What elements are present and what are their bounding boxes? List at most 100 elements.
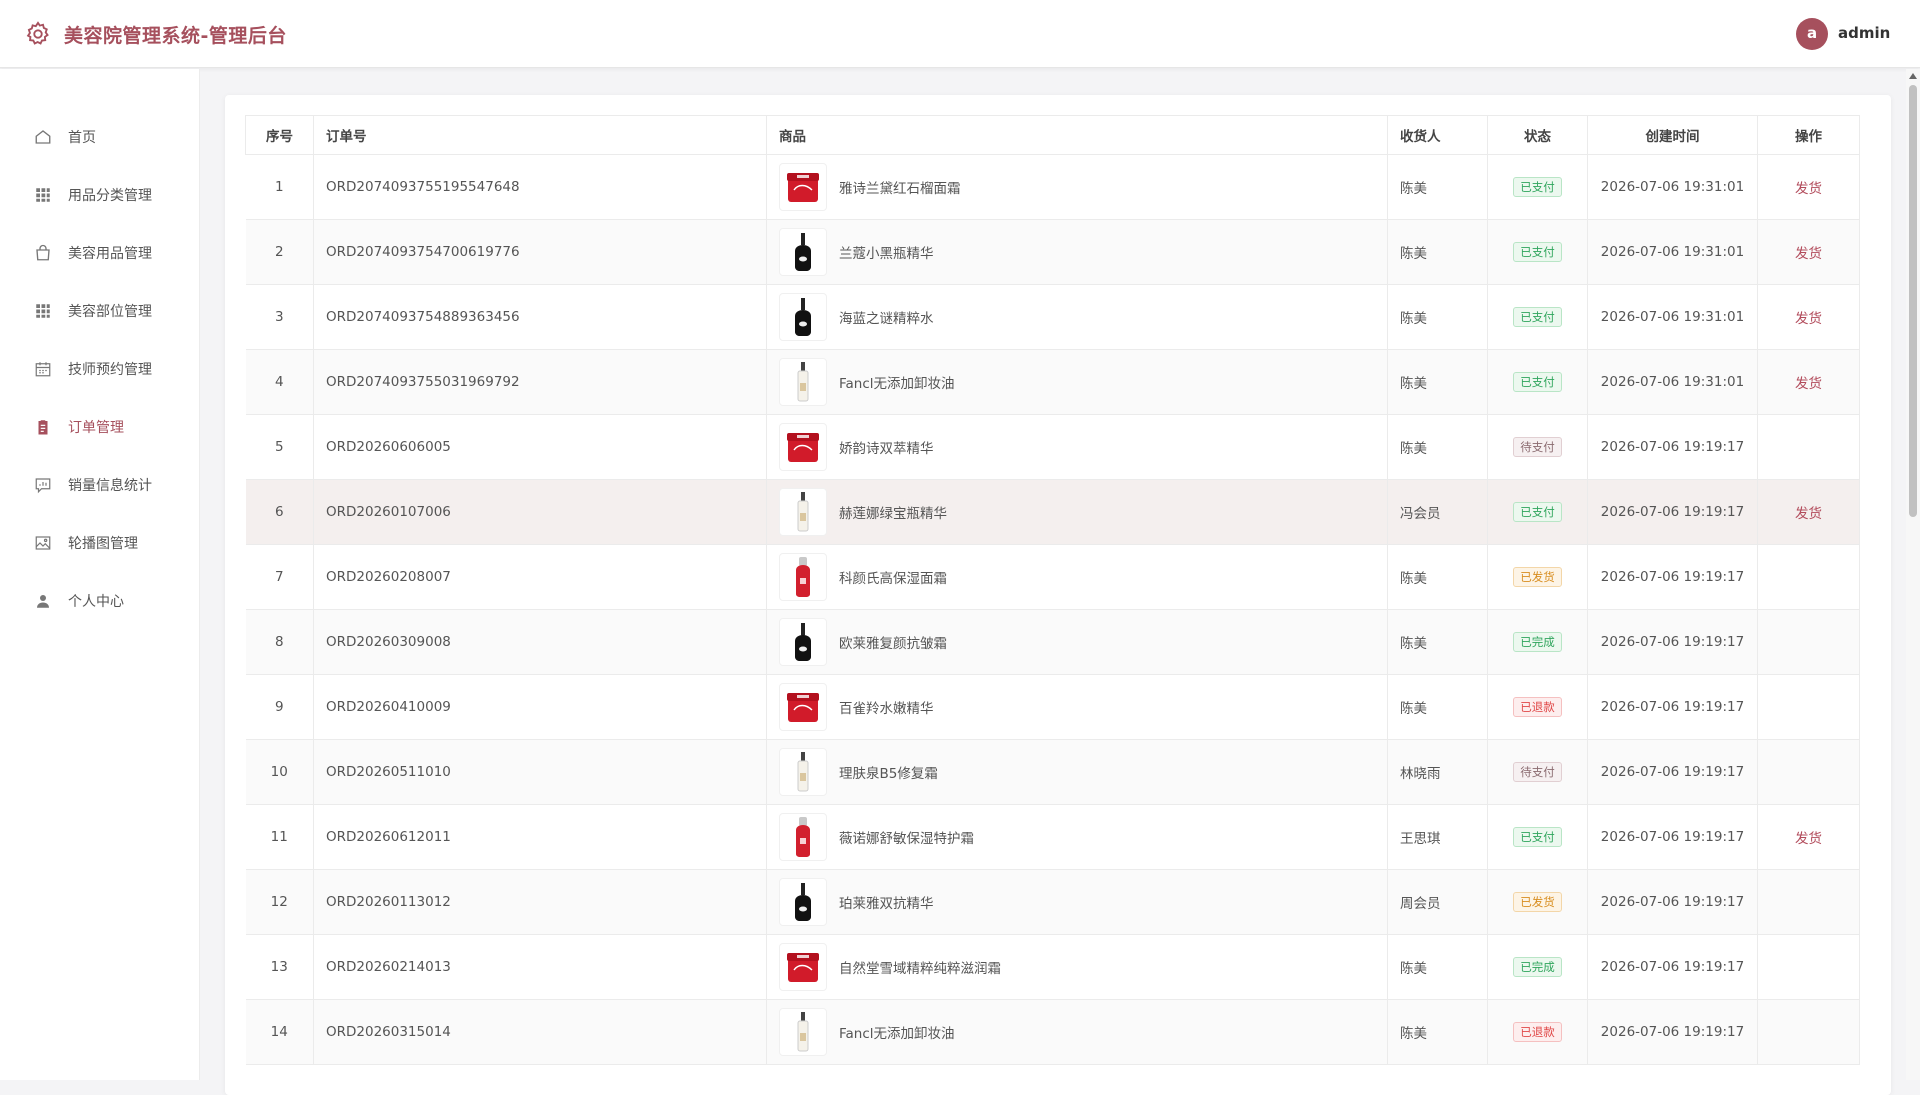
cell-action: 发货: [1757, 154, 1860, 220]
cell-created-time: 2026-07-06 19:19:17: [1587, 804, 1758, 870]
sidebar-item-products[interactable]: 美容用品管理: [0, 232, 199, 272]
table-row[interactable]: 5 ORD20260606005 娇韵诗双萃精华 陈美 待支付 2026-07-06 19…: [245, 414, 1860, 480]
cell-order-no: ORD20260315014: [313, 999, 767, 1065]
cell-receiver: 陈美: [1387, 609, 1488, 675]
cell-status: 已支付: [1487, 804, 1588, 870]
table-row[interactable]: 12 ORD20260113012 珀莱雅双抗精华 周会员 已发货 2026-07-06 …: [245, 869, 1860, 935]
cell-created-time: 2026-07-06 19:31:01: [1587, 219, 1758, 285]
table-row[interactable]: 11 ORD20260612011 薇诺娜舒敏保湿特护霜 王思琪 已支付 2026-07-…: [245, 804, 1860, 870]
cell-product: 珀莱雅双抗精华: [766, 869, 1388, 935]
sidebar-item-orders[interactable]: 订单管理: [0, 406, 199, 446]
app-title: 美容院管理系统-管理后台: [64, 25, 287, 47]
product-name: 百雀羚水嫩精华: [839, 701, 934, 717]
cell-receiver: 陈美: [1387, 219, 1488, 285]
cell-no: 2: [245, 219, 314, 285]
cell-product: 欧莱雅复颜抗皱霜: [766, 609, 1388, 675]
cell-action: 发货: [1757, 219, 1860, 285]
sidebar-item-label: 销量信息统计: [68, 478, 152, 494]
cell-no: 3: [245, 284, 314, 350]
cell-no: 11: [245, 804, 314, 870]
product-thumbnail: [779, 488, 827, 536]
cell-status: 已发货: [1487, 544, 1588, 610]
username[interactable]: admin: [1838, 24, 1890, 42]
table-row[interactable]: 3 ORD2074093754889363456 海蓝之谜精粹水 陈美 已支付 2026-…: [245, 284, 1860, 350]
sidebar-item-carousel[interactable]: 轮播图管理: [0, 522, 199, 562]
cell-order-no: ORD20260511010: [313, 739, 767, 805]
scroll-thumb[interactable]: [1909, 85, 1917, 517]
product-name: 赫莲娜绿宝瓶精华: [839, 506, 947, 522]
bag-icon: [36, 244, 50, 261]
table-row[interactable]: 4 ORD2074093755031969792 Fancl无添加卸妆油 陈美 已支付 2…: [245, 349, 1860, 415]
ship-button[interactable]: 发货: [1795, 246, 1822, 262]
cell-receiver: 陈美: [1387, 544, 1488, 610]
cell-product: 海蓝之谜精粹水: [766, 284, 1388, 350]
product-name: 娇韵诗双萃精华: [839, 441, 934, 457]
cell-status: 待支付: [1487, 739, 1588, 805]
sidebar-item-appointments[interactable]: 技师预约管理: [0, 348, 199, 388]
cell-status: 已支付: [1487, 479, 1588, 545]
table-row[interactable]: 9 ORD20260410009 百雀羚水嫩精华 陈美 已退款 2026-07-06 19…: [245, 674, 1860, 740]
table-row[interactable]: 7 ORD20260208007 科颜氏高保湿面霜 陈美 已发货 2026-07-06 1…: [245, 544, 1860, 610]
status-badge: 已支付: [1513, 827, 1562, 847]
ship-button[interactable]: 发货: [1795, 181, 1822, 197]
table-row[interactable]: 8 ORD20260309008 欧莱雅复颜抗皱霜 陈美 已完成 2026-07-06 1…: [245, 609, 1860, 675]
avatar[interactable]: a: [1796, 18, 1828, 50]
scroll-up-arrow-icon[interactable]: [1909, 73, 1917, 79]
table-row[interactable]: 13 ORD20260214013 自然堂雪域精粹纯粹滋润霜 陈美 已完成 2026-07…: [245, 934, 1860, 1000]
cell-order-no: ORD20260309008: [313, 609, 767, 675]
product-name: 科颜氏高保湿面霜: [839, 571, 947, 587]
table-row[interactable]: 14 ORD20260315014 Fancl无添加卸妆油 陈美 已退款 2026-07-…: [245, 999, 1860, 1065]
cell-order-no: ORD20260410009: [313, 674, 767, 740]
image-icon: [35, 536, 51, 550]
cell-created-time: 2026-07-06 19:19:17: [1587, 999, 1758, 1065]
cell-order-no: ORD2074093754700619776: [313, 219, 767, 285]
cell-order-no: ORD20260214013: [313, 934, 767, 1000]
cell-order-no: ORD2074093755195547648: [313, 154, 767, 220]
page-scrollbar[interactable]: [1906, 69, 1920, 1080]
cell-action: [1757, 739, 1860, 805]
cell-status: 已支付: [1487, 349, 1588, 415]
column-header-no: 序号: [245, 115, 314, 155]
cell-status: 已退款: [1487, 674, 1588, 740]
cell-action: [1757, 674, 1860, 740]
ship-button[interactable]: 发货: [1795, 311, 1822, 327]
cell-product: Fancl无添加卸妆油: [766, 349, 1388, 415]
cell-created-time: 2026-07-06 19:19:17: [1587, 414, 1758, 480]
cell-status: 待支付: [1487, 414, 1588, 480]
sidebar-item-home[interactable]: 首页: [0, 116, 199, 156]
cell-product: 雅诗兰黛红石榴面霜: [766, 154, 1388, 220]
sidebar-item-sales-stats[interactable]: 销量信息统计: [0, 464, 199, 504]
cell-receiver: 陈美: [1387, 674, 1488, 740]
sidebar-item-label: 美容用品管理: [68, 246, 152, 262]
cell-action: [1757, 934, 1860, 1000]
column-header-product: 商品: [766, 115, 1388, 155]
cell-created-time: 2026-07-06 19:19:17: [1587, 479, 1758, 545]
cell-action: 发货: [1757, 479, 1860, 545]
column-header-action: 操作: [1757, 115, 1860, 155]
product-name: 珀莱雅双抗精华: [839, 896, 934, 912]
sidebar-item-body-parts[interactable]: 美容部位管理: [0, 290, 199, 330]
cell-no: 14: [245, 999, 314, 1065]
ship-button[interactable]: 发货: [1795, 376, 1822, 392]
product-thumbnail: [779, 1008, 827, 1056]
product-thumbnail: [779, 293, 827, 341]
ship-button[interactable]: 发货: [1795, 831, 1822, 847]
cell-created-time: 2026-07-06 19:31:01: [1587, 349, 1758, 415]
table-row[interactable]: 10 ORD20260511010 理肤泉B5修复霜 林晓雨 待支付 2026-07-06…: [245, 739, 1860, 805]
product-thumbnail: [779, 878, 827, 926]
product-thumbnail: [779, 358, 827, 406]
table-row[interactable]: 2 ORD2074093754700619776 兰蔻小黑瓶精华 陈美 已支付 2026-…: [245, 219, 1860, 285]
cell-action: [1757, 609, 1860, 675]
sidebar-item-label: 轮播图管理: [68, 536, 138, 552]
product-name: 自然堂雪域精粹纯粹滋润霜: [839, 961, 1001, 977]
table-row[interactable]: 6 ORD20260107006 赫莲娜绿宝瓶精华 冯会员 已支付 2026-07-06 …: [245, 479, 1860, 545]
ship-button[interactable]: 发货: [1795, 506, 1822, 522]
table-row[interactable]: 1 ORD2074093755195547648 雅诗兰黛红石榴面霜 陈美 已支付 202…: [245, 154, 1860, 220]
cell-created-time: 2026-07-06 19:31:01: [1587, 154, 1758, 220]
sidebar-item-category[interactable]: 用品分类管理: [0, 174, 199, 214]
grid-icon: [36, 304, 50, 318]
product-name: 理肤泉B5修复霜: [839, 766, 938, 782]
column-header-time: 创建时间: [1587, 115, 1758, 155]
sidebar-item-profile[interactable]: 个人中心: [0, 580, 199, 620]
cell-status: 已支付: [1487, 219, 1588, 285]
